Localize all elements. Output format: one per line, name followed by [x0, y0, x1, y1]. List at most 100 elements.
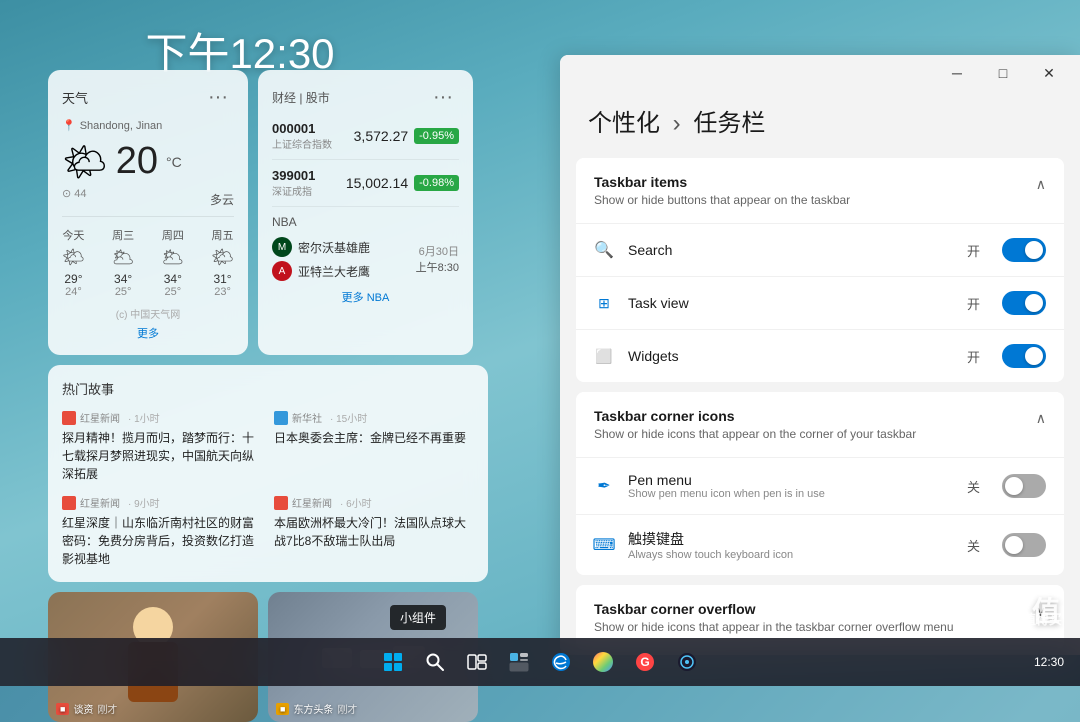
taskbar-search-button[interactable]	[415, 642, 455, 682]
setting-widgets: ⬜ Widgets 开	[576, 329, 1064, 382]
nba-more-link[interactable]: 更多 NBA	[272, 289, 459, 305]
section-taskbar-items-subtitle: Show or hide buttons that appear on the …	[594, 193, 850, 207]
nba-title: NBA	[272, 215, 459, 229]
image-source-1: ■ 东方头条 刚才	[276, 701, 357, 716]
widget-row-top: 天气 ··· 📍 Shandong, Jinan 🌤 20 °C ⊙ 44 多云	[48, 70, 488, 355]
pen-menu-label: Pen menu	[628, 472, 953, 488]
desktop: 下午12:30 天气 ··· 📍 Shandong, Jinan 🌤 20 °C	[0, 0, 1080, 686]
story-title-1: 日本奥委会主席：金牌已经不再重要	[274, 429, 474, 447]
system-time: 12:30	[1034, 655, 1064, 669]
setting-task-view: ⊞ Task view 开	[576, 276, 1064, 329]
touch-keyboard-label-container: 触摸键盘 Always show touch keyboard icon	[628, 529, 953, 561]
maximize-button[interactable]: □	[980, 57, 1026, 89]
forecast-icon-1: 🌥	[112, 247, 135, 268]
stock-item-1: 399001 深证成指 15,002.14 -0.98%	[272, 168, 459, 207]
source-time-0: · 1小时	[128, 410, 160, 425]
weather-more-button[interactable]: ···	[202, 84, 234, 111]
story-item-1[interactable]: 新华社 · 15小时 日本奥委会主席：金牌已经不再重要	[274, 410, 474, 483]
touch-keyboard-label: 触摸键盘	[628, 529, 953, 549]
forecast-icon-0: 🌤	[62, 247, 85, 268]
stock-name-1: 深证成指	[272, 183, 315, 198]
forecast-day-3: 周五 🌤 31° 23°	[211, 227, 234, 298]
source-name-1: 新华社	[292, 410, 322, 425]
source-name-3: 红星新闻	[292, 495, 332, 510]
source-icon-3	[274, 496, 288, 510]
taskview-toggle[interactable]	[1002, 291, 1046, 315]
section-taskbar-items-chevron: ∧	[1036, 176, 1046, 193]
source-time-3: · 6小时	[340, 495, 372, 510]
widgets-setting-label: Widgets	[628, 348, 953, 364]
weather-location: 📍 Shandong, Jinan	[62, 119, 234, 132]
weather-temp: 20	[116, 140, 158, 183]
settings-content: Taskbar items Show or hide buttons that …	[560, 158, 1080, 655]
nba-logo-hawks: A	[272, 261, 292, 281]
stock-price-0: 3,572.27	[354, 128, 409, 144]
section-corner-overflow-title: Taskbar corner overflow	[594, 601, 954, 617]
source-time-1: · 15小时	[330, 410, 367, 425]
pen-menu-icon: ✒	[594, 476, 614, 496]
taskbar-icon-7[interactable]	[667, 642, 707, 682]
section-corner-icons-subtitle: Show or hide icons that appear on the co…	[594, 427, 916, 441]
section-corner-icons-chevron: ∧	[1036, 410, 1046, 427]
widgets-toggle[interactable]	[1002, 344, 1046, 368]
weather-more-link[interactable]: 更多	[62, 325, 234, 341]
breadcrumb-child: 任务栏	[693, 110, 765, 137]
source-icon-2	[62, 496, 76, 510]
pen-menu-toggle-knob	[1005, 477, 1023, 495]
taskview-toggle-knob	[1025, 294, 1043, 312]
nba-date: 6月30日	[416, 243, 459, 259]
touch-keyboard-toggle[interactable]	[1002, 533, 1046, 557]
taskbar-center: G	[373, 642, 707, 682]
stock-code-0: 000001	[272, 121, 332, 136]
source-name-2: 红星新闻	[80, 495, 120, 510]
weather-main: 🌤 20 °C	[62, 140, 234, 183]
story-item-0[interactable]: 红星新闻 · 1小时 探月精神！揽月而归，踏梦而行：十七载探月梦照进现实，中国航…	[62, 410, 262, 483]
forecast-day-0: 今天 🌤 29° 24°	[62, 227, 85, 298]
section-corner-icons-title: Taskbar corner icons	[594, 408, 916, 424]
start-button[interactable]	[373, 642, 413, 682]
section-taskbar-items-header[interactable]: Taskbar items Show or hide buttons that …	[576, 158, 1064, 223]
taskbar-icon-5[interactable]	[583, 642, 623, 682]
close-button[interactable]: ✕	[1026, 57, 1072, 89]
taskbar-edge-button[interactable]	[541, 642, 581, 682]
widgets-status: 开	[967, 347, 980, 366]
search-toggle[interactable]	[1002, 238, 1046, 262]
weather-desc: 多云	[210, 191, 234, 208]
finance-title: 财经 | 股市	[272, 89, 330, 106]
section-taskbar-items: Taskbar items Show or hide buttons that …	[576, 158, 1064, 382]
story-item-2[interactable]: 红星新闻 · 9小时 红星深度｜山东临沂南村社区的财富密码：免费分房背后，投资数…	[62, 495, 262, 568]
nba-time: 上午8:30	[416, 259, 459, 275]
taskbar-taskview-button[interactable]	[457, 642, 497, 682]
taskview-setting-icon: ⊞	[594, 293, 614, 313]
forecast-icon-2: 🌥	[161, 247, 184, 268]
search-setting-icon: 🔍	[594, 240, 614, 260]
weather-source: (c) 中国天气网	[62, 306, 234, 321]
stock-item-0: 000001 上证综合指数 3,572.27 -0.95%	[272, 121, 459, 160]
source-badge-1: ■	[276, 703, 289, 715]
pen-menu-sublabel: Show pen menu icon when pen is in use	[628, 488, 953, 500]
taskbar-right: 12:30	[1034, 655, 1064, 669]
image-source-0: ■ 谈资 刚才	[56, 701, 117, 716]
section-corner-icons-header[interactable]: Taskbar corner icons Show or hide icons …	[576, 392, 1064, 457]
hot-stories-card: 热门故事 红星新闻 · 1小时 探月精神！揽月而归，踏梦而行：十七载探月梦照进现…	[48, 365, 488, 582]
settings-panel: ─ □ ✕ 个性化 › 任务栏 Taskbar items Show or hi…	[560, 55, 1080, 655]
finance-more-button[interactable]: ···	[427, 84, 459, 111]
breadcrumb-parent[interactable]: 个性化	[588, 110, 660, 137]
taskbar-icon-6[interactable]: G	[625, 642, 665, 682]
image-time-0: 刚才	[97, 701, 117, 716]
story-item-3[interactable]: 红星新闻 · 6小时 本届欧洲杯最大冷门！法国队点球大战7比8不敌瑞士队出局	[274, 495, 474, 568]
pen-menu-toggle[interactable]	[1002, 474, 1046, 498]
taskbar-widgets-button[interactable]	[499, 642, 539, 682]
minimize-button[interactable]: ─	[934, 57, 980, 89]
weather-card: 天气 ··· 📍 Shandong, Jinan 🌤 20 °C ⊙ 44 多云	[48, 70, 248, 355]
taskview-status: 开	[967, 294, 980, 313]
stock-change-0: -0.95%	[414, 128, 459, 144]
nba-team-1: M 密尔沃基雄鹿	[272, 237, 370, 257]
weather-icon: 🌤	[62, 141, 108, 183]
forecast-icon-3: 🌤	[211, 247, 234, 268]
search-status: 开	[967, 241, 980, 260]
source-icon-0	[62, 411, 76, 425]
finance-card: 财经 | 股市 ··· 000001 上证综合指数 3,572.27 -0.95…	[258, 70, 473, 355]
weather-forecast: 今天 🌤 29° 24° 周三 🌥 34° 25° 周四 🌥 34	[62, 216, 234, 298]
stories-grid: 红星新闻 · 1小时 探月精神！揽月而归，踏梦而行：十七载探月梦照进现实，中国航…	[62, 410, 474, 568]
